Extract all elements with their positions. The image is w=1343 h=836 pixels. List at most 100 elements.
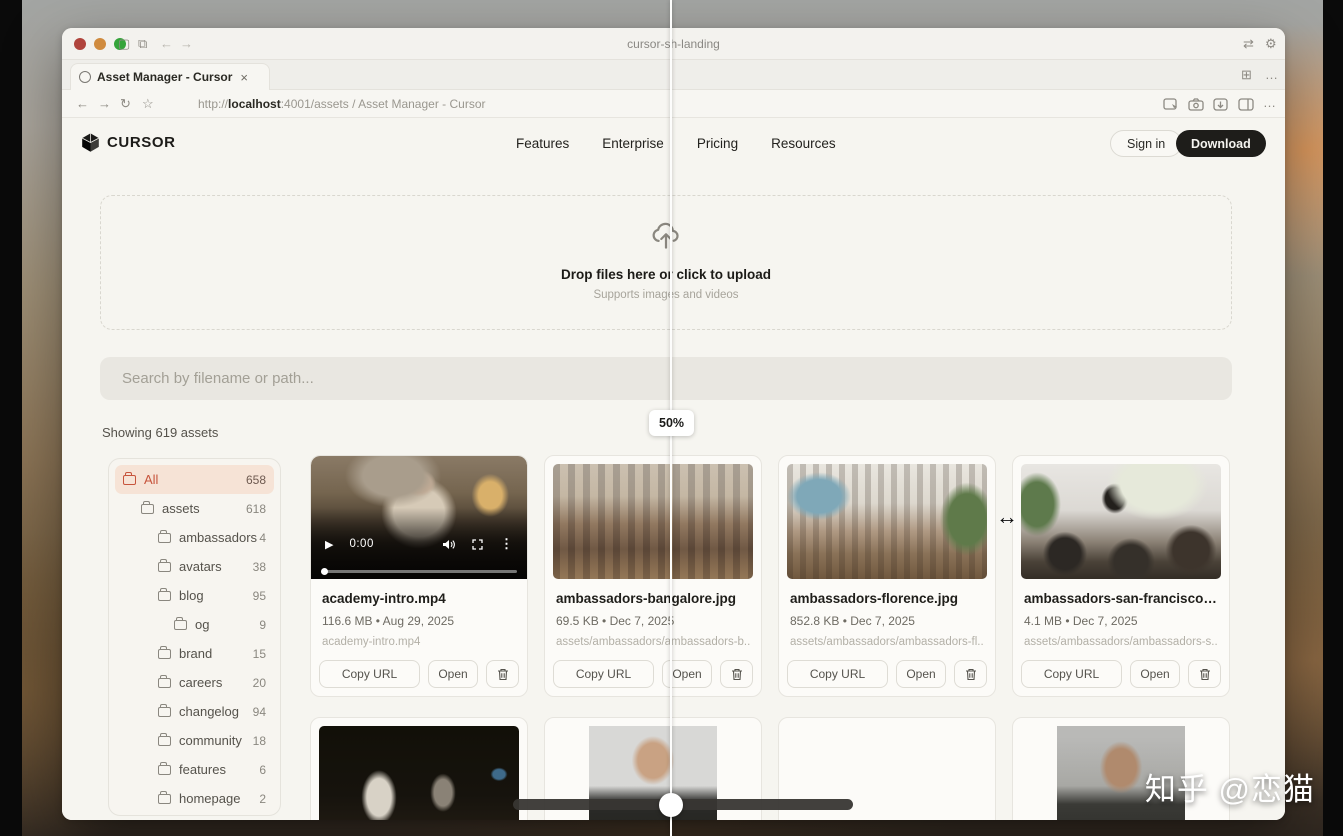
trash-icon bbox=[1199, 668, 1210, 680]
resize-cursor-icon: ↔ bbox=[996, 504, 1018, 529]
url-path: :4001/assets bbox=[280, 97, 349, 111]
video-controls[interactable]: ▶ 0:00 ⋮ bbox=[311, 532, 527, 556]
nav-item-resources[interactable]: Resources bbox=[771, 136, 836, 151]
video-progress-bar[interactable] bbox=[321, 568, 517, 575]
nav-forward-icon[interactable]: → bbox=[98, 95, 111, 113]
tab-close-icon[interactable]: × bbox=[240, 70, 248, 85]
search-input[interactable]: Search by filename or path... bbox=[100, 357, 1232, 400]
folder-icon bbox=[158, 558, 171, 572]
tree-item-blog[interactable]: blog 95 bbox=[115, 581, 274, 610]
tree-item-assets[interactable]: assets 618 bbox=[115, 494, 274, 523]
asset-path: academy-intro.mp4 bbox=[322, 636, 421, 648]
copy-url-button[interactable]: Copy URL bbox=[1021, 660, 1122, 688]
open-button[interactable]: Open bbox=[428, 660, 478, 688]
asset-thumbnail[interactable] bbox=[553, 464, 753, 579]
asset-name: academy-intro.mp4 bbox=[322, 591, 446, 606]
tree-item-careers[interactable]: careers 20 bbox=[115, 668, 274, 697]
asset-card-academy-intro[interactable]: ▶ 0:00 ⋮ academy-intro.mp4 116.6 MB • Au… bbox=[310, 455, 528, 697]
open-button[interactable]: Open bbox=[1130, 660, 1180, 688]
tree-item-ambassadors[interactable]: ambassadors 4 bbox=[115, 523, 274, 552]
tab-favicon-icon bbox=[79, 71, 91, 83]
tab-bar: Asset Manager - Cursor × ⊞ … bbox=[62, 60, 1285, 90]
trash-icon bbox=[965, 668, 976, 680]
asset-meta: 69.5 KB • Dec 7, 2025 bbox=[556, 614, 675, 628]
play-icon[interactable]: ▶ bbox=[325, 538, 333, 551]
video-progress-handle[interactable] bbox=[321, 568, 328, 575]
watermark: 知乎 @恋猫 bbox=[1144, 772, 1315, 807]
delete-button[interactable] bbox=[486, 660, 519, 688]
asset-thumbnail[interactable] bbox=[1021, 464, 1221, 579]
volume-icon[interactable] bbox=[442, 539, 455, 550]
asset-path: assets/ambassadors/ambassadors-s... bbox=[1024, 636, 1218, 648]
pip-icon[interactable] bbox=[1163, 98, 1179, 111]
asset-card-ambassadors-bangalore[interactable]: ambassadors-bangalore.jpg 69.5 KB • Dec … bbox=[544, 455, 762, 697]
tree-item-homepage[interactable]: homepage 2 bbox=[115, 784, 274, 813]
search-placeholder: Search by filename or path... bbox=[122, 370, 314, 387]
url-scheme: http:// bbox=[198, 97, 229, 111]
asset-meta: 4.1 MB • Dec 7, 2025 bbox=[1024, 614, 1138, 628]
cursor-logo[interactable]: CURSOR bbox=[80, 132, 176, 153]
upload-dropzone[interactable]: Drop files here or click to upload Suppo… bbox=[100, 195, 1232, 330]
tree-item-avatars[interactable]: avatars 38 bbox=[115, 552, 274, 581]
tree-item-og[interactable]: og 9 bbox=[115, 610, 274, 639]
folder-icon bbox=[158, 674, 171, 688]
url-suffix: / Asset Manager - Cursor bbox=[348, 97, 486, 111]
tree-item-community[interactable]: community 18 bbox=[115, 726, 274, 755]
tree-item-brand[interactable]: brand 15 bbox=[115, 639, 274, 668]
address-field[interactable]: http://localhost:4001/assets / Asset Man… bbox=[198, 97, 485, 111]
open-button[interactable]: Open bbox=[896, 660, 946, 688]
fullscreen-icon[interactable] bbox=[472, 539, 483, 550]
asset-card-ambassadors-florence[interactable]: ambassadors-florence.jpg 852.8 KB • Dec … bbox=[778, 455, 996, 697]
folder-icon bbox=[158, 587, 171, 601]
downloads-icon[interactable] bbox=[1213, 98, 1228, 111]
delete-button[interactable] bbox=[954, 660, 987, 688]
split-view-icon[interactable]: ⊞ bbox=[1241, 66, 1252, 84]
url-more-icon[interactable]: … bbox=[1263, 94, 1276, 112]
brand-name: CURSOR bbox=[107, 134, 176, 151]
asset-card[interactable] bbox=[310, 717, 528, 820]
sidebar-toggle-icon[interactable] bbox=[1238, 98, 1254, 111]
desktop: ▢ ⧉ ← → cursor-sh-landing ⇄ ⚙ Asset Mana… bbox=[0, 0, 1343, 836]
comparison-slider-handle[interactable] bbox=[659, 793, 683, 817]
nav-back-icon[interactable]: ← bbox=[76, 95, 89, 113]
copy-url-button[interactable]: Copy URL bbox=[787, 660, 888, 688]
video-menu-icon[interactable]: ⋮ bbox=[500, 536, 513, 552]
copy-url-button[interactable]: Copy URL bbox=[553, 660, 654, 688]
asset-path: assets/ambassadors/ambassadors-b... bbox=[556, 636, 750, 648]
tab-asset-manager[interactable]: Asset Manager - Cursor × bbox=[70, 63, 270, 90]
nav-item-enterprise[interactable]: Enterprise bbox=[602, 136, 664, 151]
asset-meta: 852.8 KB • Dec 7, 2025 bbox=[790, 614, 915, 628]
dropzone-subtitle: Supports images and videos bbox=[593, 289, 739, 301]
asset-thumbnail[interactable] bbox=[319, 726, 519, 820]
results-summary: Showing 619 assets bbox=[102, 425, 219, 440]
url-bar: ← → ↻ ☆ http://localhost:4001/assets / A… bbox=[62, 90, 1285, 118]
settings-gear-icon[interactable]: ⚙ bbox=[1265, 35, 1277, 53]
nav-item-features[interactable]: Features bbox=[516, 136, 569, 151]
window-titlebar[interactable]: ▢ ⧉ ← → cursor-sh-landing ⇄ ⚙ bbox=[62, 28, 1285, 60]
screen-edge-right bbox=[1323, 0, 1343, 836]
camera-icon[interactable] bbox=[1188, 98, 1204, 111]
download-button[interactable]: Download bbox=[1176, 130, 1266, 157]
tree-item-changelog[interactable]: changelog 94 bbox=[115, 697, 274, 726]
copy-url-button[interactable]: Copy URL bbox=[319, 660, 420, 688]
delete-button[interactable] bbox=[1188, 660, 1221, 688]
folder-tree: All 658 assets 618 ambassadors 4 avatars… bbox=[108, 458, 281, 816]
tree-item-all[interactable]: All 658 bbox=[115, 465, 274, 494]
asset-thumbnail[interactable] bbox=[787, 464, 987, 579]
reload-icon[interactable]: ↻ bbox=[120, 95, 131, 113]
asset-card-ambassadors-san-francisco[interactable]: ambassadors-san-francisco.jpg 4.1 MB • D… bbox=[1012, 455, 1230, 697]
comparison-slider-track[interactable] bbox=[513, 799, 853, 810]
tab-switcher-icon[interactable]: ⇄ bbox=[1243, 35, 1254, 53]
tab-more-icon[interactable]: … bbox=[1265, 66, 1278, 84]
video-thumbnail[interactable]: ▶ 0:00 ⋮ bbox=[311, 456, 527, 579]
asset-path: assets/ambassadors/ambassadors-fl... bbox=[790, 636, 984, 648]
nav-item-pricing[interactable]: Pricing bbox=[697, 136, 738, 151]
bookmark-star-icon[interactable]: ☆ bbox=[142, 95, 154, 113]
folder-icon bbox=[158, 790, 171, 804]
folder-icon bbox=[123, 471, 136, 485]
folder-icon bbox=[158, 703, 171, 717]
sign-in-button[interactable]: Sign in bbox=[1110, 130, 1183, 157]
delete-button[interactable] bbox=[720, 660, 753, 688]
folder-icon bbox=[158, 732, 171, 746]
tree-item-features[interactable]: features 6 bbox=[115, 755, 274, 784]
